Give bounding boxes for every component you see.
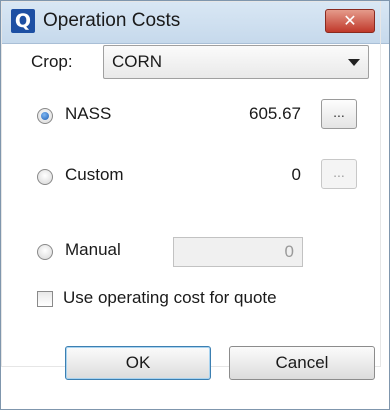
nass-radio[interactable] — [37, 108, 53, 124]
crop-selected-value: CORN — [112, 52, 163, 71]
crop-dropdown[interactable]: CORN — [103, 45, 369, 79]
operation-costs-dialog: Q Operation Costs ✕ Crop: CORN NASS 605.… — [0, 0, 390, 410]
custom-value: 0 — [291, 165, 301, 184]
nass-value: 605.67 — [249, 104, 301, 123]
cancel-button[interactable]: Cancel — [229, 346, 375, 380]
nass-browse-button[interactable]: ... — [321, 99, 357, 129]
use-operating-cost-checkbox[interactable] — [37, 291, 53, 307]
manual-cost-input[interactable]: 0 — [173, 237, 303, 267]
use-operating-cost-label: Use operating cost for quote — [63, 288, 277, 307]
custom-label: Custom — [65, 165, 124, 184]
manual-radio[interactable] — [37, 244, 53, 260]
ok-button[interactable]: OK — [65, 346, 211, 380]
custom-browse-button[interactable]: ... — [321, 159, 357, 189]
manual-label: Manual — [65, 240, 121, 259]
crop-label: Crop: — [31, 52, 73, 71]
chevron-down-icon — [348, 59, 360, 66]
custom-radio[interactable] — [37, 169, 53, 185]
nass-label: NASS — [65, 104, 112, 123]
